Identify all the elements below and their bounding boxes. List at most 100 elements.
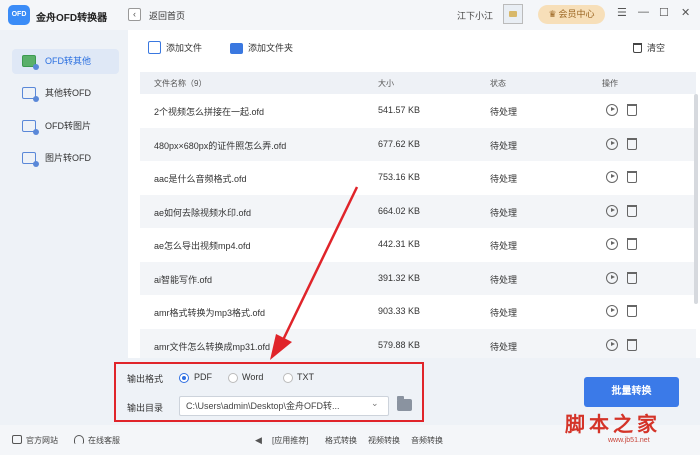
play-icon[interactable] [606, 238, 618, 250]
file-name-cell: ae如何去除视频水印.ofd [154, 207, 252, 218]
table-row[interactable]: ae如何去除视频水印.ofd 664.02 KB 待处理 [140, 194, 696, 228]
file-size-cell: 664.02 KB [378, 205, 421, 216]
file-size-cell: 391.32 KB [378, 272, 421, 283]
crown-icon: ♛ [548, 9, 557, 19]
table-row[interactable]: amr格式转换为mp3格式.ofd 903.33 KB 待处理 [140, 295, 696, 328]
delete-icon[interactable] [627, 271, 637, 284]
minimize-button[interactable]: — [638, 6, 649, 18]
add-file-button[interactable]: 添加文件 [148, 41, 202, 55]
file-size-cell: 579.88 KB [378, 339, 421, 350]
output-dir-select[interactable]: C:\Users\admin\Desktop\金舟OFD转... [179, 396, 389, 416]
table-row[interactable]: 2个视频怎么拼接在一起.ofd 541.57 KB 待处理 [140, 94, 696, 127]
sidebar-item-ofd-to-other[interactable]: OFD转其他 [12, 49, 119, 74]
play-icon[interactable] [606, 204, 618, 217]
app-logo-icon: OFD [8, 5, 30, 25]
file-status-cell: 待处理 [490, 308, 518, 318]
delete-icon[interactable] [627, 204, 637, 217]
sidebar-item-label: OFD转图片 [45, 121, 91, 131]
app-recommend-label: [应用推荐] [272, 436, 309, 445]
file-status-cell: 待处理 [490, 274, 518, 285]
add-file-label: 添加文件 [166, 43, 203, 53]
table-row[interactable]: ae怎么导出视频mp4.ofd 442.31 KB 待处理 [140, 228, 696, 261]
file-name-cell: ai智能写作.ofd [154, 274, 213, 285]
file-name-cell: aac是什么音频格式.ofd [154, 174, 247, 184]
play-icon[interactable] [606, 171, 618, 183]
member-center-button[interactable]: ♛ 会员中心 [538, 5, 605, 24]
headset-icon [74, 435, 84, 444]
delete-icon[interactable] [627, 104, 637, 116]
video-convert-link[interactable]: 视频转换 [368, 435, 400, 446]
monitor-icon [12, 435, 22, 444]
sidebar-item-label: 图片转OFD [45, 153, 91, 163]
play-icon[interactable] [606, 338, 618, 351]
sidebar-item-other-to-ofd[interactable]: 其他转OFD [12, 81, 119, 106]
radio-pdf[interactable] [179, 373, 189, 383]
file-size-cell: 677.62 KB [378, 138, 421, 149]
sidebar-item-image-to-ofd[interactable]: 图片转OFD [12, 146, 119, 171]
online-support-label: 在线客服 [88, 436, 120, 445]
file-size-cell: 903.33 KB [378, 306, 421, 316]
sidebar-item-label: OFD转其他 [45, 56, 91, 66]
column-status-header: 状态 [490, 79, 506, 88]
table-row[interactable]: aac是什么音频格式.ofd 753.16 KB 待处理 [140, 161, 696, 194]
add-folder-button[interactable]: 添加文件夹 [230, 41, 293, 55]
doc-convert-icon [22, 87, 39, 102]
clear-button[interactable]: 清空 [633, 41, 665, 55]
play-icon[interactable] [606, 305, 618, 317]
ofd-doc-icon [22, 55, 39, 70]
file-name-cell: amr文件怎么转换成mp31.ofd [154, 341, 271, 352]
file-status-cell: 待处理 [490, 107, 518, 117]
radio-word[interactable] [228, 373, 238, 383]
output-format-label: 输出格式 [127, 374, 164, 384]
app-title: 金舟OFD转换器 [36, 13, 108, 24]
table-row[interactable]: ai智能写作.ofd 391.32 KB 待处理 [140, 261, 696, 295]
trash-icon [633, 43, 642, 53]
column-size-header: 大小 [378, 79, 394, 88]
column-name-header: 文件名称（9） [154, 79, 207, 88]
file-size-cell: 541.57 KB [378, 105, 421, 115]
radio-txt[interactable] [283, 373, 293, 383]
official-site-link[interactable]: 官方网站 [12, 435, 58, 446]
play-icon[interactable] [606, 137, 618, 150]
chevron-down-icon[interactable]: ⌄ [371, 398, 379, 409]
file-name-cell: ae怎么导出视频mp4.ofd [154, 241, 251, 251]
online-support-link[interactable]: 在线客服 [74, 435, 120, 446]
file-size-cell: 753.16 KB [378, 172, 421, 182]
menu-icon[interactable]: ☰ [617, 6, 627, 19]
close-button[interactable]: ✕ [681, 6, 690, 19]
radio-txt-label[interactable]: TXT [297, 372, 314, 382]
back-home-link[interactable]: 返回首页 [149, 9, 185, 22]
official-site-label: 官方网站 [26, 436, 58, 445]
sidebar: OFD转其他 其他转OFD OFD转图片 图片转OFD [0, 30, 128, 425]
delete-icon[interactable] [627, 305, 637, 317]
delete-icon[interactable] [627, 238, 637, 250]
table-row[interactable]: 480px×680px的证件照怎么弄.ofd 677.62 KB 待处理 [140, 127, 696, 161]
file-status-cell: 待处理 [490, 174, 518, 184]
batch-convert-button[interactable]: 批量转换 [584, 377, 679, 407]
radio-pdf-label[interactable]: PDF [194, 372, 212, 382]
add-file-icon [148, 41, 161, 54]
sidebar-item-ofd-to-image[interactable]: OFD转图片 [12, 114, 119, 139]
delete-icon[interactable] [627, 338, 637, 351]
radio-word-label[interactable]: Word [242, 372, 263, 382]
maximize-button[interactable]: ☐ [659, 6, 669, 19]
delete-icon[interactable] [627, 171, 637, 183]
play-icon[interactable] [606, 104, 618, 116]
table-header: 文件名称（9） 大小 状态 操作 [140, 72, 696, 94]
file-name-cell: amr格式转换为mp3格式.ofd [154, 308, 266, 318]
play-icon[interactable] [606, 271, 618, 284]
watermark: 脚本之家 [565, 412, 661, 436]
add-folder-icon [230, 43, 243, 54]
table-row[interactable]: amr文件怎么转换成mp31.ofd 579.88 KB 待处理 [140, 328, 696, 362]
delete-icon[interactable] [627, 137, 637, 150]
browse-folder-icon[interactable] [397, 396, 412, 411]
back-arrow-icon[interactable]: ‹ [128, 8, 141, 21]
column-action-header: 操作 [602, 79, 618, 88]
avatar[interactable] [503, 4, 523, 24]
audio-convert-link[interactable]: 音频转换 [411, 435, 443, 446]
scrollbar[interactable] [694, 94, 698, 304]
file-status-cell: 待处理 [490, 341, 518, 352]
format-convert-link[interactable]: 格式转换 [325, 435, 357, 446]
member-center-label: 会员中心 [558, 9, 595, 19]
file-status-cell: 待处理 [490, 140, 518, 151]
